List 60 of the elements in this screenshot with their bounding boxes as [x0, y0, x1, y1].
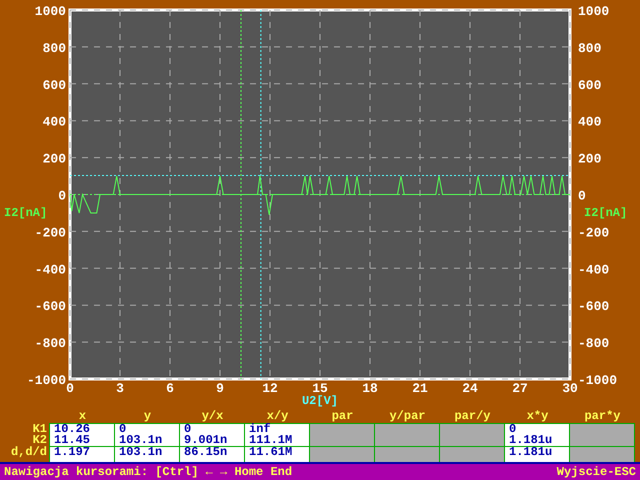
tick-label: 30 [562, 381, 578, 396]
column-header: x*y [526, 410, 550, 423]
row-label: K1 [32, 424, 47, 435]
tick-label: -1000 [26, 373, 66, 388]
tick-label: 0 [66, 381, 74, 396]
tick-label: -1000 [578, 373, 618, 388]
row-label: K2 [32, 435, 47, 446]
tick-label: -800 [578, 336, 610, 352]
exit-hint: Wyjscie-ESC [556, 465, 636, 479]
tick-label: 12 [262, 381, 278, 396]
column-header: par/y [453, 410, 492, 423]
tick-label: 0 [58, 188, 66, 204]
tick-label: 21 [412, 381, 428, 396]
tick-label: 200 [578, 152, 602, 167]
tick-label: 6 [166, 381, 174, 396]
tick-label: -600 [578, 299, 610, 314]
tick-label: 3 [116, 381, 124, 396]
tick-label: 400 [578, 114, 602, 130]
table-cell: 11.61M [244, 446, 310, 463]
table-cell: 0 1.181u [504, 423, 570, 447]
tick-label: -800 [34, 336, 66, 352]
tick-label: 800 [578, 40, 602, 56]
tick-label: 0 [578, 188, 586, 204]
table-cell: 1.197 [49, 446, 115, 463]
table-cell: 86.15n [179, 446, 245, 463]
status-hint: Nawigacja kursorami: [Ctrl] ← → Home End [4, 465, 292, 479]
tick-label: 600 [578, 78, 602, 93]
tick-label: 800 [42, 40, 66, 56]
column-header: x [78, 410, 88, 423]
table-cell: 1.181u [504, 446, 570, 463]
table-cell: 0 103.1n [114, 423, 180, 447]
column-header: par*y [583, 410, 622, 423]
tick-label: 1000 [34, 4, 66, 19]
axis-title: I2[nA] [4, 206, 48, 220]
table-cell: inf 111.1M [244, 423, 310, 447]
tick-label: 15 [312, 381, 328, 396]
tick-label: -200 [34, 225, 66, 240]
tick-label: 24 [462, 381, 478, 396]
tick-label: 9 [216, 381, 224, 396]
column-header: y/x [200, 410, 224, 423]
tick-label: 18 [362, 381, 378, 396]
column-header: par [330, 410, 354, 423]
tick-label: -600 [34, 299, 66, 314]
column-header: y/par [388, 410, 426, 423]
tick-label: 600 [42, 78, 66, 93]
axis-title: I2[nA] [584, 206, 628, 220]
column-header: y [142, 410, 152, 423]
row-label: d,d/d [10, 447, 47, 458]
tick-label: -400 [578, 262, 610, 278]
tick-label: -200 [578, 225, 610, 240]
table-cell: 0 9.001n [179, 423, 245, 447]
tick-label: 200 [42, 152, 66, 167]
tick-label: 27 [512, 381, 528, 396]
tick-label: -400 [34, 262, 66, 278]
axis-title: U2[V] [302, 394, 338, 408]
tick-label: 1000 [578, 4, 610, 19]
column-header: x/y [266, 410, 290, 423]
tick-label: 400 [42, 114, 66, 130]
table-cell: 103.1n [114, 446, 180, 463]
table-cell: 10.26 11.45 [49, 423, 115, 447]
